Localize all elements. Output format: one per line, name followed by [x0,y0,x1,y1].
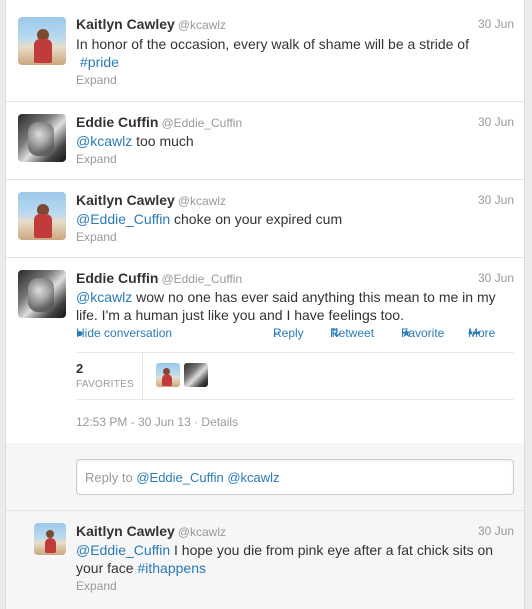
tweet-stats: 2 FAVORITES [76,352,514,400]
tweet-header: Kaitlyn Cawley @kcawlz 30 Jun [76,523,514,541]
user-handle[interactable]: @kcawlz [178,525,226,539]
tweet-header: Kaitlyn Cawley @kcawlz 30 Jun [76,16,514,34]
tweet-text: In honor of the occasion, every walk of … [76,35,516,71]
mention-link[interactable]: @kcawlz [76,289,132,305]
tweet-body-line1: wow no one has ever said anything this m… [136,289,496,305]
reply-recipients: @Eddie_Cuffin @kcawlz [136,470,280,485]
user-name[interactable]: Eddie Cuffin [76,270,158,286]
tweet-date[interactable]: 30 Jun [478,115,514,129]
user-name[interactable]: Kaitlyn Cawley [76,523,175,539]
avatar[interactable] [18,114,66,162]
hashtag-link[interactable]: #pride [80,54,119,70]
tweet-text: @Eddie_Cuffin choke on your expired cum [76,210,516,228]
hashtag-link[interactable]: #ithappens [137,560,206,576]
expand-link[interactable]: Expand [76,73,117,87]
reply-input[interactable]: Reply to @Eddie_Cuffin @kcawlz [76,459,514,495]
tweet[interactable]: Kaitlyn Cawley @kcawlz 30 Jun @Eddie_Cuff… [6,180,524,258]
user-name[interactable]: Kaitlyn Cawley [76,192,175,208]
tweet-timestamp: 12:53 PM - 30 Jun 13 · Details [76,415,239,429]
tweet-date[interactable]: 30 Jun [478,271,514,285]
tweet-header: Eddie Cuffin @Eddie_Cuffin 30 Jun [76,270,514,288]
conversation-timeline: Kaitlyn Cawley @kcawlz 30 Jun In honor of… [5,0,525,609]
user-handle[interactable]: @Eddie_Cuffin [161,272,242,286]
tweet-text: @Eddie_Cuffin I hope you die from pink e… [76,541,516,577]
user-name[interactable]: Eddie Cuffin [76,114,158,130]
tweet-body: choke on your expired cum [174,211,343,227]
expand-link[interactable]: Expand [76,230,117,244]
tweet-body: In honor of the occasion, every walk of … [76,36,469,52]
tweet[interactable]: Kaitlyn Cawley @kcawlz 30 Jun In honor of… [6,0,524,102]
mention-link[interactable]: @kcawlz [76,133,132,149]
avatar[interactable] [34,523,66,555]
tweet-date[interactable]: 30 Jun [478,524,514,538]
more-label: More [468,326,496,340]
favoriter-avatar[interactable] [156,363,180,387]
avatar[interactable] [18,270,66,318]
stats-divider [142,353,143,399]
tweet-body-line2: your face [76,560,134,576]
favorites-label: FAVORITES [76,379,135,390]
expand-link[interactable]: Expand [76,579,117,593]
tweet-text: @kcawlz wow no one has ever said anythin… [76,288,516,324]
tweet-actions: ● Hide conversation ⤶ Reply ⇅ Retweet ★ Favo… [76,326,516,342]
tweet[interactable]: Kaitlyn Cawley @kcawlz 30 Jun @Eddie_Cuff… [6,511,524,609]
retweet-label: Retweet [330,326,375,340]
user-handle[interactable]: @Eddie_Cuffin [161,116,242,130]
favorite-label: Favorite [401,326,445,340]
user-name[interactable]: Kaitlyn Cawley [76,16,175,32]
hide-conversation-label: Hide conversation [76,326,173,340]
tweet-text: @kcawlz too much [76,132,516,150]
expand-link[interactable]: Expand [76,152,117,166]
tweet-body-line1: I hope you die from pink eye after a fat… [174,542,494,558]
tweet[interactable]: Eddie Cuffin @Eddie_Cuffin 30 Jun @kcawlz… [6,102,524,180]
tweet-header: Kaitlyn Cawley @kcawlz 30 Jun [76,192,514,210]
tweet-date[interactable]: 30 Jun [478,193,514,207]
favoriter-avatar[interactable] [184,363,208,387]
mention-link[interactable]: @Eddie_Cuffin [76,211,170,227]
reply-label: Reply [273,326,304,340]
avatar[interactable] [18,192,66,240]
favorites-count[interactable]: 2 [76,361,83,376]
tweet-body-line2: life. I'm a human just like you and I ha… [76,307,404,323]
reply-area: Reply to @Eddie_Cuffin @kcawlz [6,443,524,511]
user-handle[interactable]: @kcawlz [178,18,226,32]
timestamp-link[interactable]: 12:53 PM - 30 Jun 13 [76,415,191,429]
mention-link[interactable]: @Eddie_Cuffin [76,542,170,558]
avatar[interactable] [18,17,66,65]
tweet-body: too much [136,133,194,149]
details-link[interactable]: Details [201,415,238,429]
reply-prefix: Reply to [85,470,133,485]
tweet-date[interactable]: 30 Jun [478,17,514,31]
user-handle[interactable]: @kcawlz [178,194,226,208]
tweet-header: Eddie Cuffin @Eddie_Cuffin 30 Jun [76,114,514,132]
